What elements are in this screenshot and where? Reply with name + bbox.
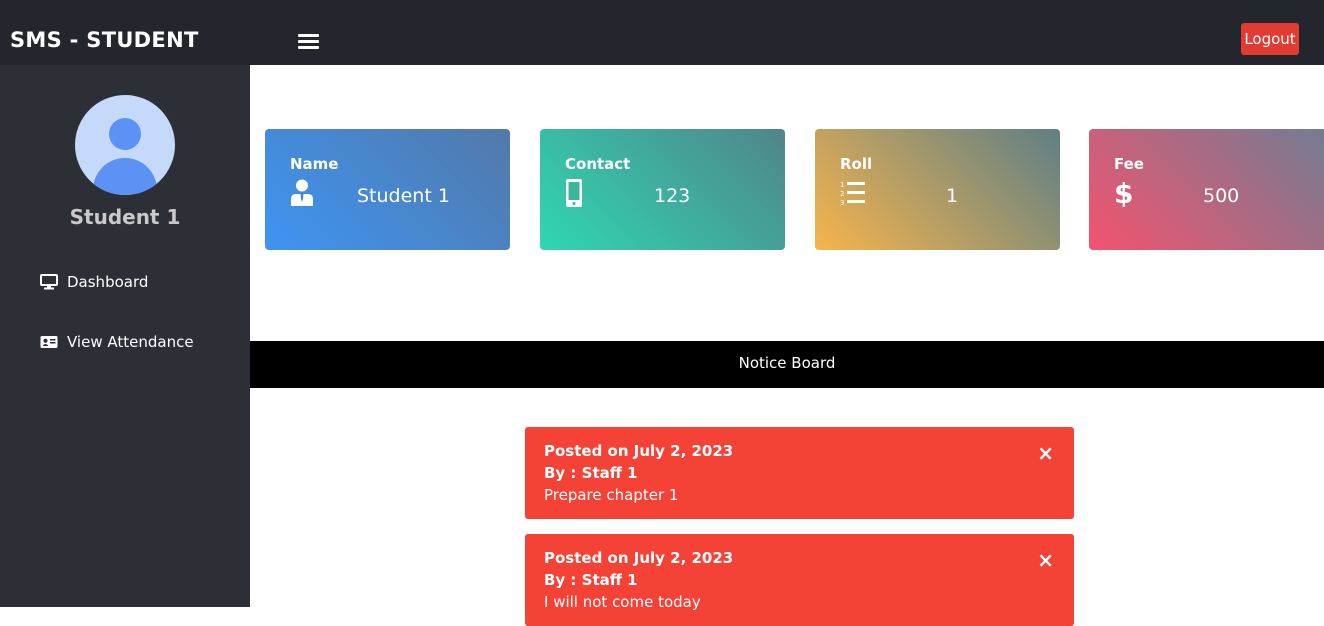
- card-contact: Contact 123: [540, 129, 785, 250]
- monitor-icon: [40, 274, 58, 290]
- notice-alert: Posted on July 2, 2023 By : Staff 1 Prep…: [525, 427, 1074, 519]
- svg-text:3: 3: [840, 199, 844, 207]
- sidebar: Student 1 Dashboard View Attendance: [0, 65, 250, 607]
- card-value: Student 1: [357, 185, 450, 207]
- notice-posted-date: Posted on July 2, 2023: [544, 442, 734, 460]
- sidebar-student-name: Student 1: [69, 205, 181, 229]
- logout-button[interactable]: Logout: [1241, 23, 1299, 55]
- user-tie-icon: [290, 179, 316, 207]
- card-label: Contact: [565, 155, 631, 173]
- svg-text:1: 1: [840, 181, 844, 189]
- top-navbar: SMS - STUDENT Logout: [0, 0, 1324, 65]
- svg-text:$: $: [1114, 179, 1133, 207]
- card-value: 500: [1203, 185, 1240, 207]
- notice-message: Prepare chapter 1: [544, 486, 679, 504]
- mobile-phone-icon: [565, 179, 591, 207]
- sidebar-item-label: Dashboard: [67, 273, 149, 291]
- notice-author: By : Staff 1: [544, 571, 638, 589]
- dollar-icon: $: [1114, 177, 1140, 210]
- hamburger-icon[interactable]: [298, 34, 319, 52]
- notice-posted-date: Posted on July 2, 2023: [544, 549, 734, 567]
- notice-board-header: Notice Board: [250, 341, 1324, 388]
- notice-author: By : Staff 1: [544, 464, 638, 482]
- sidebar-item-label: View Attendance: [67, 333, 194, 351]
- ordered-list-icon: 1 2 3: [840, 179, 866, 207]
- card-name: Name Student 1: [265, 129, 510, 250]
- card-roll: Roll 1 2 3 1: [815, 129, 1060, 250]
- card-value: 1: [946, 185, 959, 207]
- user-avatar-icon: [75, 95, 175, 195]
- notice-alert: Posted on July 2, 2023 By : Staff 1 I wi…: [525, 534, 1074, 626]
- card-label: Name: [290, 155, 339, 173]
- main-content: Name Student 1 Contact 123 Roll 1 2 3 1 …: [250, 65, 1324, 626]
- close-icon[interactable]: ×: [1037, 548, 1054, 572]
- notice-message: I will not come today: [544, 593, 701, 611]
- card-value: 123: [654, 185, 691, 207]
- sidebar-item-view-attendance[interactable]: View Attendance: [40, 330, 194, 354]
- app-brand[interactable]: SMS - STUDENT: [10, 28, 199, 52]
- card-label: Roll: [840, 155, 873, 173]
- close-icon[interactable]: ×: [1037, 441, 1054, 465]
- card-fee: Fee $ 500: [1089, 129, 1324, 250]
- id-card-icon: [40, 334, 58, 350]
- sidebar-item-dashboard[interactable]: Dashboard: [40, 270, 148, 294]
- svg-text:2: 2: [840, 190, 844, 198]
- card-label: Fee: [1114, 155, 1144, 173]
